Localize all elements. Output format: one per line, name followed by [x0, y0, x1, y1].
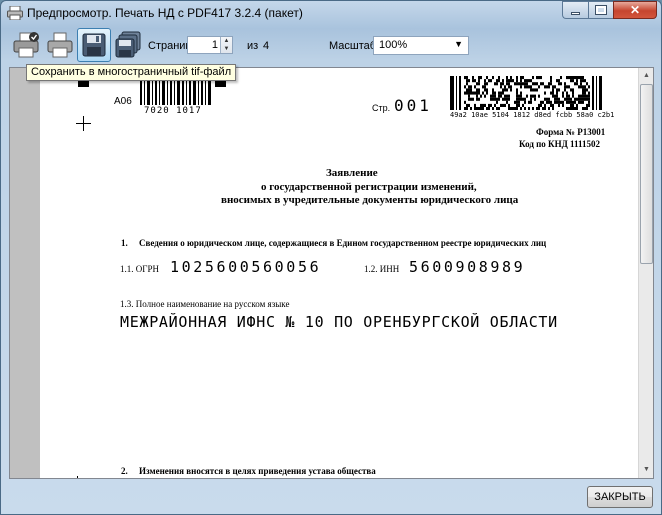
form-code: А06: [114, 96, 132, 107]
print-settings-button[interactable]: [9, 28, 43, 62]
preview-viewport[interactable]: А06 7020 1017 Стр. 001 49a2 10ae 5104 18…: [9, 67, 654, 479]
save-multipage-button[interactable]: [111, 28, 145, 62]
heading-line-2: о государственной регистрации изменений,: [261, 181, 477, 193]
scroll-down-icon[interactable]: ▼: [640, 463, 653, 477]
zoom-select[interactable]: 100% ▼: [373, 36, 469, 55]
close-button[interactable]: ЗАКРЫТЬ: [587, 486, 653, 508]
bottom-bar: ЗАКРЫТЬ: [1, 479, 661, 515]
page-number-input[interactable]: 1 ▲ ▼: [187, 36, 233, 54]
close-icon: ✕: [629, 3, 641, 17]
document-page: А06 7020 1017 Стр. 001 49a2 10ae 5104 18…: [40, 68, 640, 478]
close-window-button[interactable]: ✕: [613, 1, 657, 19]
save-tooltip: Сохранить в многостраничный tif-файл: [26, 64, 237, 81]
page-spinner[interactable]: ▲ ▼: [220, 37, 232, 53]
heading-line-3: вносимых в учредительные документы юриди…: [221, 194, 519, 206]
pdf417-barcode: [450, 76, 602, 110]
vertical-scrollbar[interactable]: ▲ ▼: [638, 68, 653, 478]
maximize-icon: [595, 5, 607, 15]
section-2-number: 2.: [121, 466, 128, 476]
toolbar: Страница 1 ▲ ▼ из 4 Масштаб 100% ▼: [7, 25, 657, 65]
page-of-label: из: [247, 40, 259, 52]
maximize-button[interactable]: [588, 1, 613, 19]
full-name-value: МЕЖРАЙОННАЯ ИФНС № 10 ПО ОРЕНБУРГСКОЙ ОБ…: [120, 313, 558, 331]
chevron-down-icon: ▼: [454, 39, 463, 49]
section-1-number: 1.: [121, 238, 128, 248]
save-button[interactable]: [77, 28, 111, 62]
section-2-heading: Изменения вносятся в целях приведения ус…: [139, 466, 376, 476]
full-name-label: 1.3. Полное наименование на русском язык…: [120, 299, 290, 309]
zoom-value: 100%: [379, 39, 408, 51]
knd-code: Код по КНД 1111502: [519, 139, 601, 149]
ogrn-label: 1.1. ОГРН: [120, 264, 159, 274]
minimize-icon: [571, 11, 580, 15]
heading-title: Заявление: [326, 167, 378, 179]
print-icon: [47, 32, 73, 58]
section-1-heading: Сведения о юридическом лице, содержащиес…: [139, 238, 547, 248]
page-total: 4: [263, 40, 270, 52]
barcode-number: 7020 1017: [144, 106, 202, 116]
title-bar[interactable]: Предпросмотр. Печать НД с PDF417 3.2.4 (…: [1, 1, 661, 25]
page-prefix: Стр.: [372, 103, 391, 113]
print-button[interactable]: [43, 28, 77, 62]
minimize-button[interactable]: [562, 1, 588, 19]
scroll-up-icon[interactable]: ▲: [640, 69, 653, 83]
preview-window: Предпросмотр. Печать НД с PDF417 3.2.4 (…: [0, 0, 662, 515]
ogrn-value: 1025600560056: [170, 258, 322, 276]
save-multipage-icon: [115, 31, 141, 58]
scrollbar-thumb[interactable]: [640, 84, 653, 264]
form-number: Форма № Р13001: [536, 127, 606, 137]
crosshair-mark: [83, 116, 84, 131]
print-settings-icon: [13, 32, 39, 58]
window-title: Предпросмотр. Печать НД с PDF417 3.2.4 (…: [27, 6, 303, 20]
inn-value: 5600908989: [409, 258, 526, 276]
doc-page-number: 001: [394, 96, 432, 115]
save-icon: [82, 33, 106, 57]
page-number-value: 1: [211, 39, 218, 51]
printer-app-icon: [7, 6, 23, 20]
zoom-label: Масштаб: [329, 40, 377, 52]
pdf417-caption: 49a2 10ae 5104 1812 d8ed fcbb 58a0 c2b1: [450, 111, 615, 119]
inn-label: 1.2. ИНН: [364, 264, 400, 274]
